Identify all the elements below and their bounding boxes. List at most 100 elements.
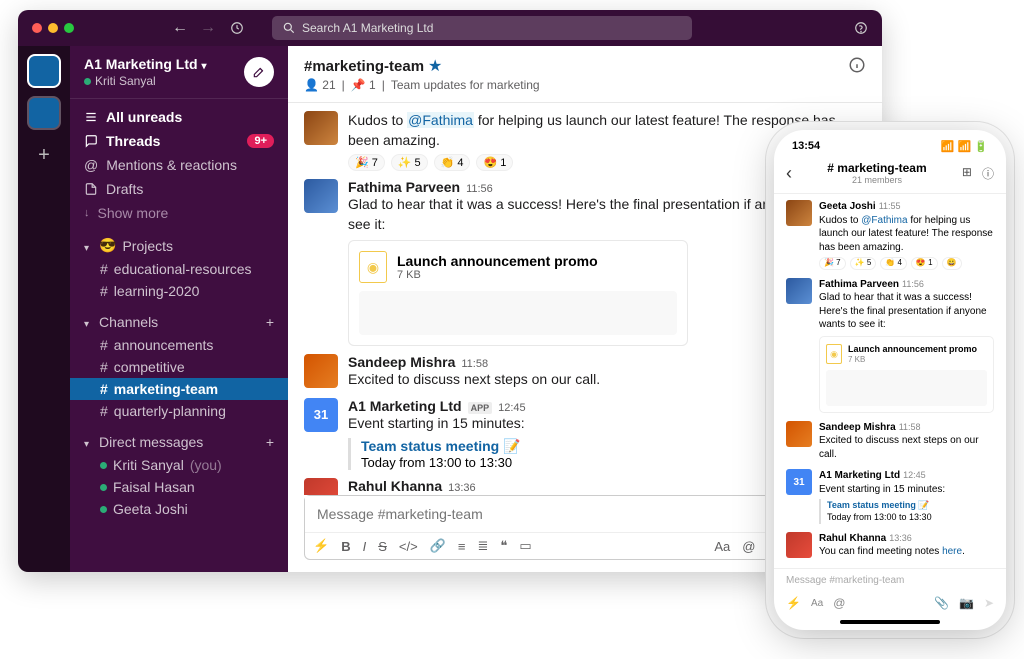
avatar[interactable] [304, 354, 338, 388]
avatar[interactable] [786, 532, 812, 558]
quote-button[interactable]: ❝ [500, 538, 507, 554]
codeblock-button[interactable]: ▭ [519, 538, 531, 554]
section-projects[interactable]: 😎Projects [70, 233, 288, 258]
search-placeholder: Search A1 Marketing Ltd [302, 21, 433, 35]
nav-back[interactable]: ← [172, 19, 188, 37]
reaction[interactable]: 😍1 [476, 154, 513, 171]
avatar[interactable] [786, 421, 812, 447]
phone-message: Fathima Parveen11:56 Glad to hear that i… [786, 278, 994, 413]
phone-message: Rahul Khanna13:36You can find meeting no… [786, 532, 994, 559]
section-direct-messages[interactable]: Direct messages+ [70, 430, 288, 454]
channel-header: #marketing-team★ 👤 21 | 📌 1 | Team updat… [288, 46, 882, 103]
camera-button[interactable]: 📷 [959, 596, 974, 610]
mention[interactable]: @Fathima [407, 112, 474, 128]
reaction[interactable]: 😍 1 [911, 257, 938, 270]
history-button[interactable] [230, 19, 244, 37]
add-dm[interactable]: + [266, 434, 274, 450]
sidebar-mentions[interactable]: @Mentions & reactions [70, 153, 288, 177]
workspace-icon-active[interactable] [29, 56, 59, 86]
signal-icons: 📶 📶 🔋 [941, 140, 988, 153]
maximize-window[interactable] [64, 23, 74, 33]
nav-forward[interactable]: → [200, 19, 216, 37]
home-indicator[interactable] [840, 620, 940, 624]
add-workspace[interactable]: + [38, 144, 50, 167]
phone-header: ‹ # marketing-team 21 members ⊞ ⓘ [774, 157, 1006, 194]
file-attachment[interactable]: ◉Launch announcement promo7 KB [819, 336, 994, 413]
phone-message: 31 A1 Marketing Ltd12:45Event starting i… [786, 469, 994, 523]
sidebar: A1 Marketing Ltd ▾ Kriti Sanyal All unre… [70, 46, 288, 572]
calendar-icon[interactable]: 31 [786, 469, 812, 495]
sidebar-all-unreads[interactable]: All unreads [70, 105, 288, 129]
add-channel[interactable]: + [266, 314, 274, 330]
send-button[interactable]: ➤ [984, 596, 994, 610]
phone-composer[interactable]: Message #marketing-team [774, 568, 1006, 592]
file-attachment[interactable]: ◉ Launch announcement promo7 KB [348, 240, 688, 346]
channel-announcements[interactable]: # announcements [70, 334, 288, 356]
dm-kriti[interactable]: Kriti Sanyal (you) [70, 454, 288, 476]
pin-count[interactable]: 📌 1 [351, 78, 376, 92]
dm-geeta[interactable]: Geeta Joshi [70, 498, 288, 520]
code-button[interactable]: </> [399, 539, 418, 554]
workspace-header[interactable]: A1 Marketing Ltd ▾ Kriti Sanyal [70, 46, 288, 99]
bullet-list-button[interactable]: ≡ [458, 539, 466, 554]
format-button[interactable]: Aa [714, 539, 730, 554]
channel-competitive[interactable]: # competitive [70, 356, 288, 378]
section-channels[interactable]: Channels+ [70, 310, 288, 334]
event-attachment: Team status meeting 📝Today from 13:00 to… [819, 499, 994, 523]
sidebar-drafts[interactable]: Drafts [70, 177, 288, 201]
close-window[interactable] [32, 23, 42, 33]
attach-button[interactable]: 📎 [934, 596, 949, 610]
calendar-icon[interactable]: 31 [304, 398, 338, 432]
reaction[interactable]: 🎉7 [348, 154, 385, 171]
lightning-icon[interactable]: ⚡ [786, 596, 801, 610]
compose-button[interactable] [244, 57, 274, 87]
titlebar: ← → Search A1 Marketing Ltd [18, 10, 882, 46]
reaction[interactable]: 👏 4 [880, 257, 907, 270]
phone-status-bar: 13:54 📶 📶 🔋 [774, 130, 1006, 157]
mention-button[interactable]: @ [742, 539, 755, 554]
avatar[interactable] [304, 179, 338, 213]
italic-button[interactable]: I [363, 539, 367, 554]
reaction[interactable]: 🎉 7 [819, 257, 846, 270]
workspace-icon[interactable] [29, 98, 59, 128]
avatar[interactable] [304, 111, 338, 145]
search-input[interactable]: Search A1 Marketing Ltd [272, 16, 692, 40]
phone-message-list[interactable]: Geeta Joshi11:55 Kudos to @Fathima for h… [774, 194, 1006, 568]
channel-educational-resources[interactable]: # educational-resources [70, 258, 288, 280]
avatar[interactable] [304, 478, 338, 495]
mention-button[interactable]: @ [833, 596, 845, 610]
add-reaction[interactable]: 😀 [942, 257, 962, 270]
file-preview [359, 291, 677, 335]
phone-channel-title[interactable]: # marketing-team 21 members [792, 161, 962, 185]
reaction[interactable]: 👏4 [434, 154, 471, 171]
file-icon: ◉ [359, 251, 387, 283]
lightning-icon[interactable]: ⚡ [313, 538, 329, 554]
reaction[interactable]: ✨5 [391, 154, 428, 171]
dm-faisal[interactable]: Faisal Hasan [70, 476, 288, 498]
sidebar-show-more[interactable]: ↓Show more [70, 201, 288, 225]
member-count[interactable]: 👤 21 [304, 78, 336, 92]
link-button[interactable]: 🔗 [430, 538, 446, 554]
bold-button[interactable]: B [341, 539, 350, 554]
avatar[interactable] [786, 200, 812, 226]
reaction[interactable]: ✨ 5 [850, 257, 877, 270]
channel-name[interactable]: #marketing-team [304, 58, 424, 75]
number-list-button[interactable]: ≣ [477, 538, 488, 554]
search-icon[interactable]: ⊞ [962, 165, 972, 182]
sidebar-threads[interactable]: Threads9+ [70, 129, 288, 153]
channel-learning-2020[interactable]: # learning-2020 [70, 280, 288, 302]
threads-badge: 9+ [247, 134, 274, 148]
phone-message: Sandeep Mishra11:58Excited to discuss ne… [786, 421, 994, 462]
minimize-window[interactable] [48, 23, 58, 33]
presence-dot [84, 78, 91, 85]
channel-info-button[interactable] [848, 56, 866, 79]
avatar[interactable] [786, 278, 812, 304]
help-button[interactable] [854, 19, 868, 37]
app-badge: APP [468, 402, 493, 414]
format-button[interactable]: Aa [811, 598, 823, 609]
strike-button[interactable]: S [378, 539, 387, 554]
channel-marketing-team[interactable]: # marketing-team [70, 378, 288, 400]
info-icon[interactable]: ⓘ [982, 165, 994, 182]
star-icon[interactable]: ★ [428, 58, 442, 75]
channel-quarterly-planning[interactable]: # quarterly-planning [70, 400, 288, 422]
